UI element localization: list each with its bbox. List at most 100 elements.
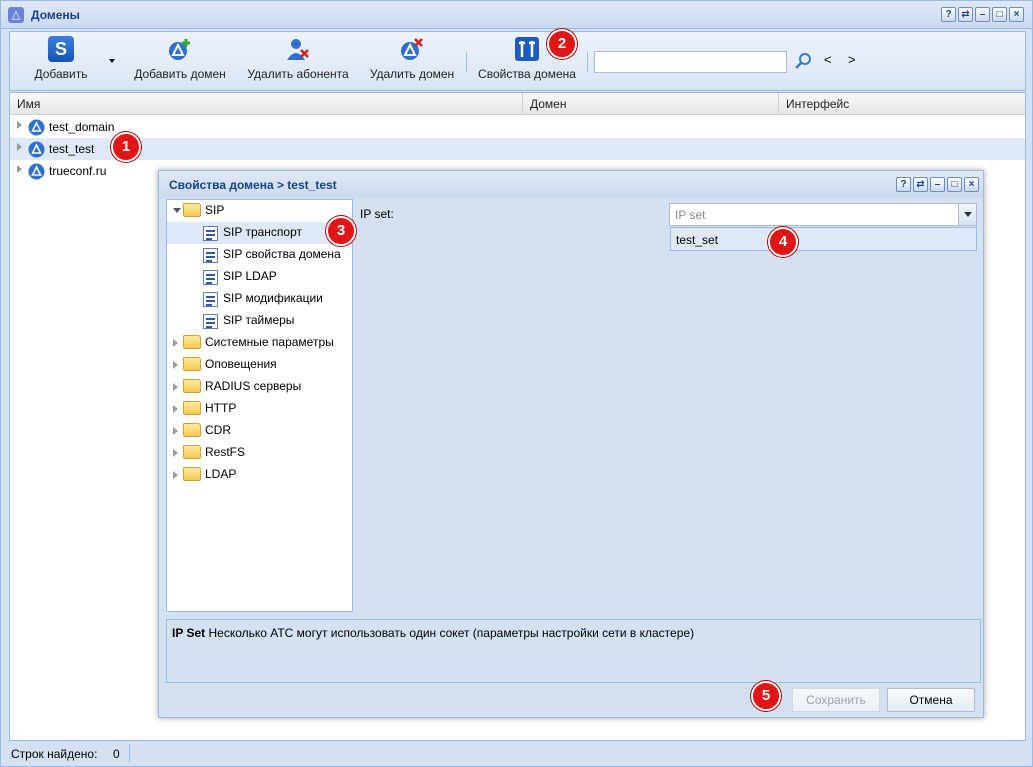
settings-form: IP set: IP set test_set (354, 199, 980, 617)
tree-node-notifications[interactable]: Оповещения (173, 354, 353, 376)
tree-node-ldap[interactable]: LDAP (173, 464, 353, 486)
folder-icon (183, 445, 201, 459)
tree-node-sip-mods[interactable]: SIP модификации (167, 288, 352, 310)
grid-header: Имя Домен Интерфейс (10, 93, 1025, 115)
folder-icon (183, 379, 201, 393)
tree-node-restfs[interactable]: RestFS (173, 442, 353, 464)
expand-arrow-icon[interactable] (173, 449, 178, 457)
expand-arrow-icon[interactable] (173, 361, 178, 369)
expand-arrow-icon[interactable] (17, 165, 22, 173)
dialog-tools: ? ⇄ – □ × (896, 177, 979, 192)
expand-arrow-icon[interactable] (173, 339, 178, 347)
tree-node-label: RestFS (205, 445, 246, 459)
tree-node-sip-ldap[interactable]: SIP LDAP (167, 266, 352, 288)
tree-node-label: Системные параметры (205, 335, 334, 349)
expand-arrow-icon[interactable] (17, 121, 22, 129)
tree-node-label: HTTP (205, 401, 237, 415)
add-label: Добавить (34, 67, 88, 81)
folder-icon (183, 467, 201, 481)
domain-properties-dialog: Свойства домена > test_test ? ⇄ – □ × SI… (158, 170, 984, 718)
search-input[interactable] (594, 51, 787, 73)
ip-set-dropdown: test_set (670, 227, 977, 251)
column-header-interface[interactable]: Интерфейс (779, 93, 1027, 115)
ip-set-select[interactable]: IP set (669, 203, 977, 226)
help-panel: IP Set Несколько АТС могут использовать … (166, 619, 981, 683)
table-row[interactable]: test_test (10, 138, 1025, 160)
annotation-badge-1: 1 (111, 132, 141, 162)
expand-arrow-icon[interactable] (17, 143, 22, 151)
tree-node-label: SIP свойства домена (223, 247, 341, 261)
collapse-arrow-icon[interactable] (173, 208, 181, 217)
refresh-icon[interactable]: ⇄ (958, 7, 973, 22)
minimize-icon[interactable]: – (975, 7, 990, 22)
tree-node-http[interactable]: HTTP (173, 398, 353, 420)
help-text-wrap: IP Set Несколько АТС могут использовать … (172, 626, 694, 640)
minimize-icon[interactable]: – (930, 177, 945, 192)
expand-arrow-icon[interactable] (173, 427, 178, 435)
tree-node-sip[interactable]: SIP (173, 200, 353, 222)
tree-node-sip-domain-props[interactable]: SIP свойства домена (167, 244, 352, 266)
window-tools: ? ⇄ – □ × (941, 7, 1024, 22)
next-result-button[interactable]: > (848, 52, 856, 67)
column-header-domain[interactable]: Домен (523, 93, 779, 115)
refresh-icon[interactable]: ⇄ (913, 177, 928, 192)
settings-page-icon (203, 248, 218, 263)
close-icon[interactable]: × (1009, 7, 1024, 22)
maximize-icon[interactable]: □ (992, 7, 1007, 22)
maximize-icon[interactable]: □ (947, 177, 962, 192)
column-header-name[interactable]: Имя (10, 93, 523, 115)
rows-found-count: 0 (113, 747, 120, 761)
table-row[interactable]: test_domain (10, 116, 1025, 138)
remove-domain-icon (401, 38, 423, 60)
tree-node-cdr[interactable]: CDR (173, 420, 353, 442)
expand-arrow-icon[interactable] (173, 383, 178, 391)
dialog-footer: Сохранить Отмена (159, 684, 983, 718)
chevron-down-icon[interactable] (958, 204, 976, 225)
rows-found-label: Строк найдено: (11, 747, 98, 761)
prev-result-button[interactable]: < (824, 52, 832, 67)
help-icon[interactable]: ? (941, 7, 956, 22)
close-icon[interactable]: × (964, 177, 979, 192)
add-domain-button[interactable]: Добавить домен (132, 36, 228, 88)
tree-node-label: SIP модификации (223, 291, 323, 305)
folder-icon (183, 335, 201, 349)
settings-page-icon (203, 270, 218, 285)
domain-icon (28, 141, 45, 158)
row-name: test_test (49, 142, 95, 156)
add-dropdown-arrow-icon[interactable] (109, 59, 115, 63)
status-divider (129, 744, 130, 762)
remove-user-icon (287, 39, 309, 60)
domain-icon (28, 163, 45, 180)
tree-node-sip-transport[interactable]: SIP транспорт (167, 222, 352, 244)
toolbar-separator (466, 52, 467, 72)
tree-node-label: SIP LDAP (223, 269, 277, 283)
tree-node-sip-timers[interactable]: SIP таймеры (167, 310, 352, 332)
annotation-badge-3: 3 (326, 216, 356, 246)
remove-domain-label: Удалить домен (369, 67, 455, 81)
cancel-button[interactable]: Отмена (887, 688, 975, 712)
tree-node-label: SIP (205, 203, 225, 217)
add-button[interactable]: S Добавить (30, 36, 92, 88)
tree-node-label: CDR (205, 423, 231, 437)
dialog-title: Свойства домена > test_test (169, 178, 337, 192)
window-title: Домены (31, 8, 80, 22)
help-text: Несколько АТС могут использовать один со… (205, 626, 695, 640)
add-domain-icon (169, 39, 190, 60)
search-icon[interactable] (794, 52, 812, 70)
help-icon[interactable]: ? (896, 177, 911, 192)
tree-node-system-params[interactable]: Системные параметры (173, 332, 353, 354)
save-button[interactable]: Сохранить (792, 688, 880, 712)
remove-domain-button[interactable]: Удалить домен (368, 36, 456, 88)
expand-arrow-icon[interactable] (173, 405, 178, 413)
tree-node-radius[interactable]: RADIUS серверы (173, 376, 353, 398)
settings-page-icon (203, 292, 218, 307)
expand-arrow-icon[interactable] (173, 471, 178, 479)
settings-page-icon (203, 226, 218, 241)
dialog-titlebar: Свойства домена > test_test ? ⇄ – □ × (159, 171, 983, 198)
folder-icon (183, 357, 201, 371)
annotation-badge-4: 4 (768, 227, 798, 257)
help-term: IP Set (172, 626, 206, 640)
remove-subscriber-button[interactable]: Удалить абонента (246, 36, 350, 88)
ip-set-placeholder: IP set (675, 208, 706, 222)
ip-set-option[interactable]: test_set (676, 233, 718, 247)
